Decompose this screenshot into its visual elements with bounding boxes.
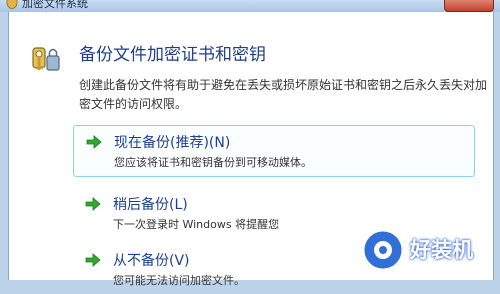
green-arrow-icon bbox=[85, 253, 101, 267]
description-text: 创建此备份文件将有助于避免在丢失或损坏原始证书和密钥之后永久丢失对加密文件的访问… bbox=[79, 78, 488, 111]
backup-now-title: 现在备份(推荐)(N) bbox=[114, 135, 231, 151]
watermark: 好装机 bbox=[360, 224, 495, 276]
close-button[interactable] bbox=[444, 0, 494, 12]
green-arrow-icon bbox=[86, 135, 102, 149]
app-icon bbox=[6, 0, 18, 9]
backup-later-desc: 下一次登录时 Windows 将提醒您 bbox=[113, 218, 280, 231]
window-title: 加密文件系统 bbox=[22, 0, 88, 10]
page-title: 备份文件加密证书和密钥 bbox=[79, 45, 266, 65]
backup-later-title: 稍后备份(L) bbox=[113, 197, 188, 213]
never-backup-desc: 您可能无法访问加密文件。 bbox=[113, 274, 245, 287]
backup-now-desc: 您应该将证书和密钥备份到可移动媒体。 bbox=[114, 156, 312, 169]
key-lock-icon bbox=[32, 47, 60, 71]
watermark-text: 好装机 bbox=[410, 238, 473, 262]
backup-now-option[interactable]: 现在备份(推荐)(N) 您应该将证书和密钥备份到可移动媒体。 bbox=[73, 125, 475, 177]
never-backup-title: 从不备份(V) bbox=[113, 253, 190, 269]
green-arrow-icon bbox=[85, 197, 101, 211]
title-bar: 加密文件系统 bbox=[0, 0, 500, 12]
watermark-logo-icon bbox=[361, 228, 405, 272]
